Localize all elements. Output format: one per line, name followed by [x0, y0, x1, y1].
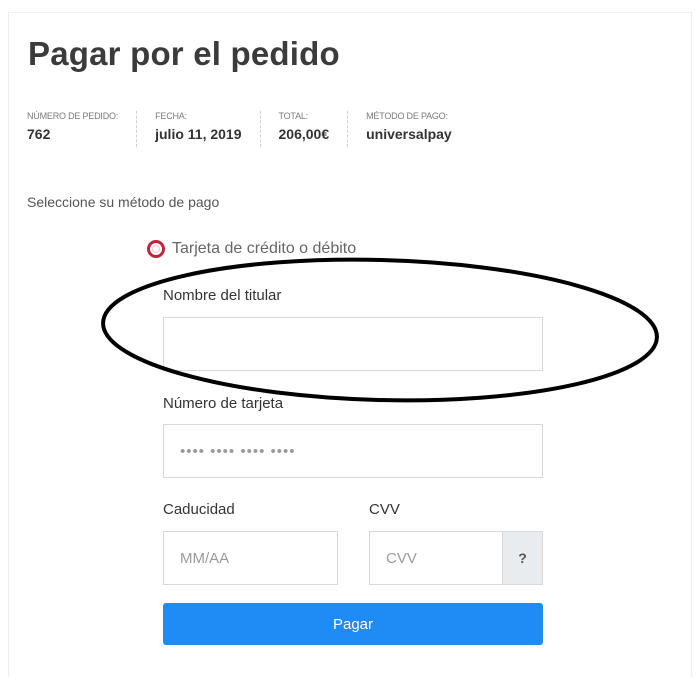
order-details: NÚMERO DE PEDIDO: 762 FECHA: julio 11, 2… — [27, 111, 488, 151]
card-payment-option[interactable]: Tarjeta de crédito o débito — [147, 240, 356, 258]
order-date-value: julio 11, 2019 — [155, 126, 242, 142]
card-number-label: Número de tarjeta — [163, 395, 284, 412]
order-date-detail: FECHA: julio 11, 2019 — [155, 111, 261, 147]
page-title: Pagar por el pedido — [28, 35, 340, 72]
pay-button[interactable]: Pagar — [163, 603, 543, 645]
radio-selected-icon[interactable] — [147, 240, 165, 258]
order-total-detail: TOTAL: 206,00€ — [279, 111, 349, 147]
holder-name-label: Nombre del titular — [163, 287, 282, 304]
holder-name-input[interactable] — [163, 317, 543, 371]
page: Pagar por el pedido NÚMERO DE PEDIDO: 76… — [0, 0, 699, 678]
order-total-value: 206,00€ — [278, 126, 330, 142]
payment-method-detail: MÉTODO DE PAGO: universalpay — [366, 111, 470, 147]
order-number-detail: NÚMERO DE PEDIDO: 762 — [27, 111, 138, 147]
cvv-input[interactable] — [369, 531, 503, 585]
expiry-input[interactable] — [163, 531, 338, 585]
card-payment-option-label: Tarjeta de crédito o débito — [172, 240, 357, 257]
payment-method-value: universalpay — [366, 126, 452, 142]
order-number-label: NÚMERO DE PEDIDO: — [27, 111, 119, 121]
payment-card: Pagar por el pedido NÚMERO DE PEDIDO: 76… — [8, 12, 692, 677]
order-date-label: FECHA: — [155, 111, 187, 121]
expiry-label: Caducidad — [163, 501, 235, 518]
select-method-prompt: Seleccione su método de pago — [27, 194, 220, 210]
payment-method-label: MÉTODO DE PAGO: — [366, 111, 448, 121]
card-number-input[interactable] — [163, 424, 543, 478]
cvv-help-icon[interactable]: ? — [503, 531, 543, 585]
order-total-label: TOTAL: — [278, 111, 309, 121]
order-number-value: 762 — [27, 126, 51, 142]
cvv-label: CVV — [369, 501, 400, 518]
